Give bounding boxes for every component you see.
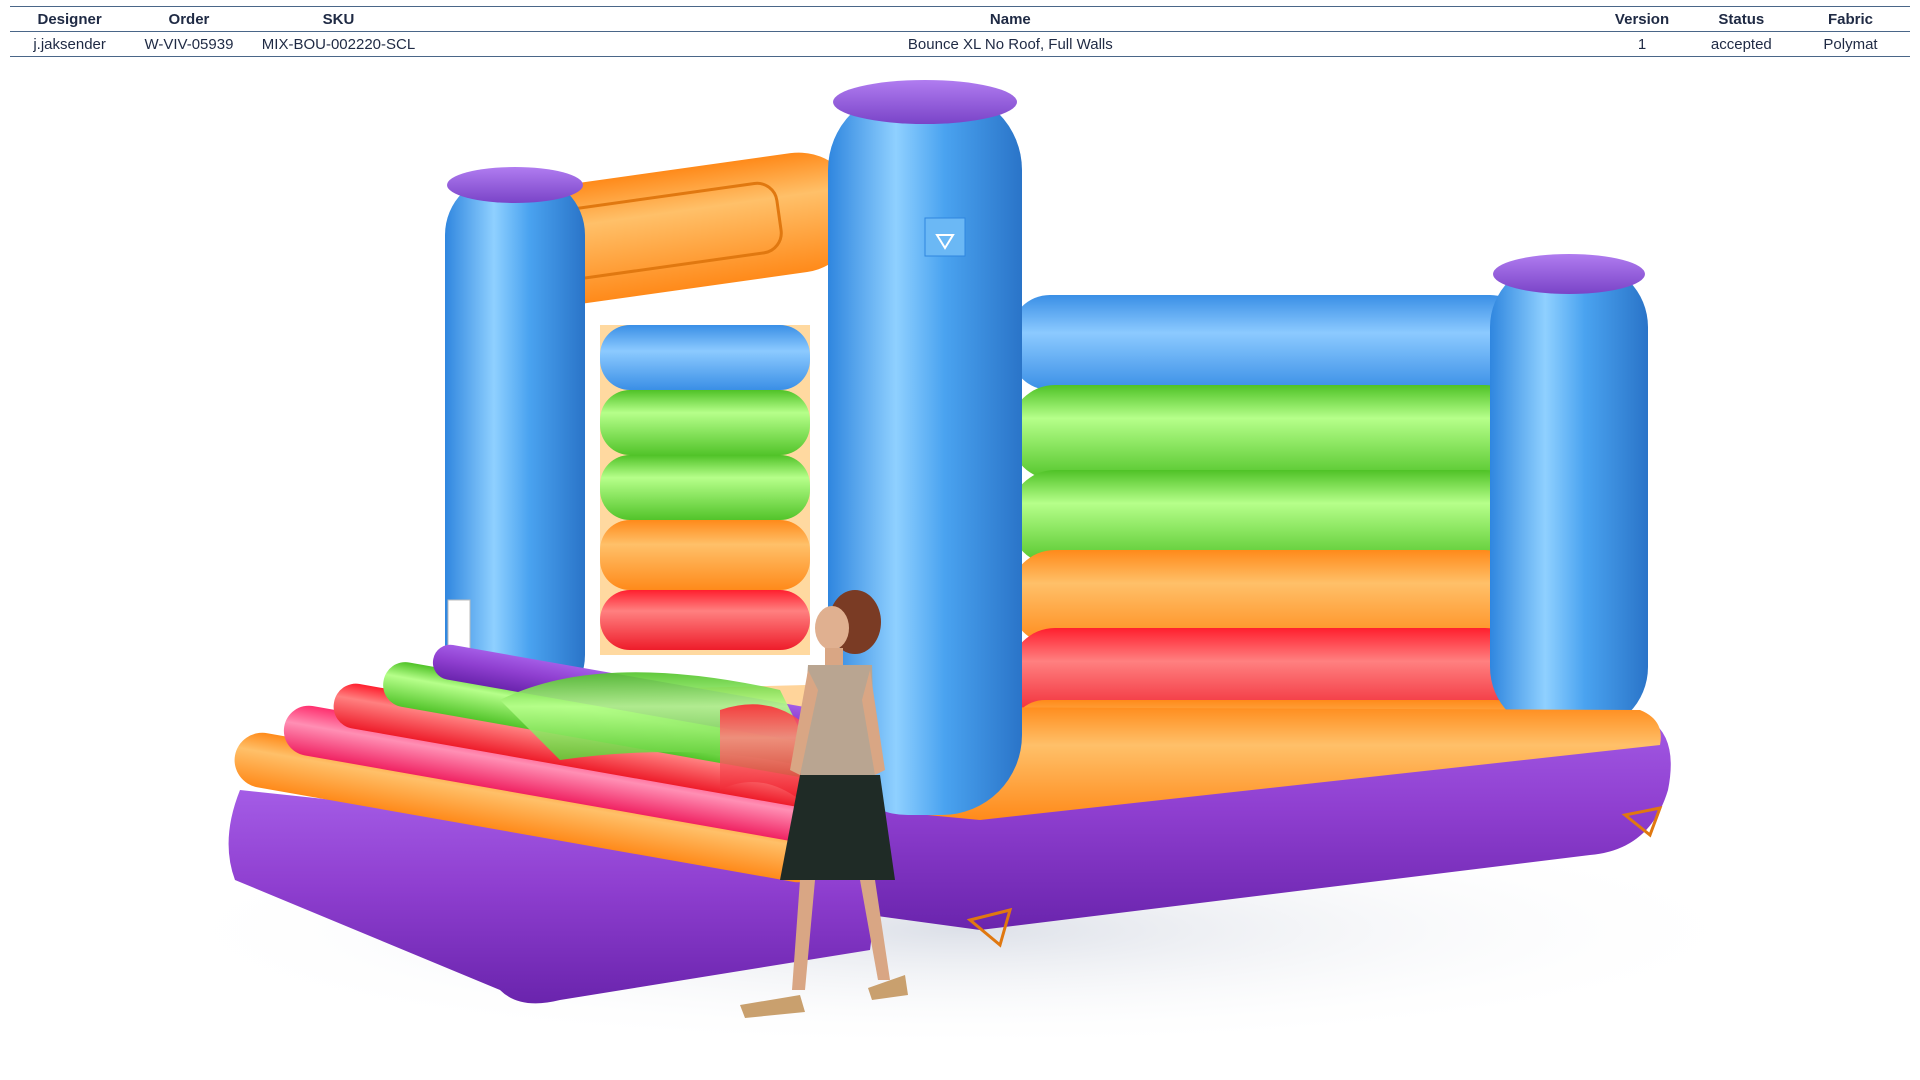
right-wall bbox=[1010, 295, 1530, 770]
product-spec-sheet: Designer Order SKU Name Version Status F… bbox=[0, 0, 1920, 1080]
spec-header-row: Designer Order SKU Name Version Status F… bbox=[10, 6, 1910, 32]
spec-table: Designer Order SKU Name Version Status F… bbox=[10, 6, 1910, 57]
header-status: Status bbox=[1718, 10, 1765, 28]
back-wall bbox=[600, 325, 810, 655]
spec-data-row: j.jaksender W-VIV-05939 MIX-BOU-002220-S… bbox=[10, 31, 1910, 57]
cell-designer: j.jaksender bbox=[33, 35, 106, 53]
tower-back-left bbox=[445, 167, 585, 715]
header-version: Version bbox=[1614, 10, 1670, 28]
cell-fabric: Polymat bbox=[1823, 35, 1878, 53]
header-sku: SKU bbox=[322, 10, 355, 28]
cell-name: Bounce XL No Roof, Full Walls bbox=[907, 35, 1113, 53]
header-designer: Designer bbox=[37, 10, 102, 28]
cell-sku: MIX-BOU-002220-SCL bbox=[261, 35, 416, 53]
tower-right bbox=[1490, 254, 1648, 732]
header-name: Name bbox=[989, 10, 1031, 28]
header-order: Order bbox=[168, 10, 210, 28]
header-fabric: Fabric bbox=[1828, 10, 1874, 28]
cell-version: 1 bbox=[1637, 35, 1647, 53]
cell-status: accepted bbox=[1710, 35, 1772, 53]
cell-order: W-VIV-05939 bbox=[144, 35, 234, 53]
bounce-house-render bbox=[0, 60, 1920, 1080]
